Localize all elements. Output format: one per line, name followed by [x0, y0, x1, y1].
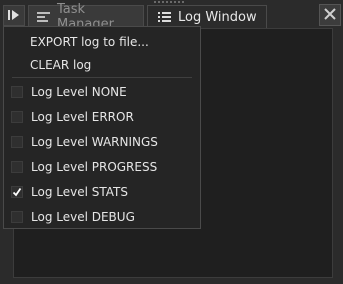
checkbox[interactable]	[11, 136, 23, 148]
menu-item-log-level-debug[interactable]: Log Level DEBUG	[4, 207, 200, 227]
drag-grip[interactable]	[154, 1, 188, 4]
menu-item-label: Log Level DEBUG	[31, 210, 135, 224]
panel-toggle-icon	[7, 6, 21, 25]
checkbox[interactable]	[11, 161, 23, 173]
checkmark-icon	[12, 187, 22, 197]
close-icon	[323, 6, 337, 25]
menu-item-log-level-error[interactable]: Log Level ERROR	[4, 107, 200, 127]
list-icon	[158, 11, 172, 23]
panel-toggle-button[interactable]	[3, 5, 25, 26]
checkbox[interactable]	[11, 86, 23, 98]
task-manager-icon	[37, 11, 51, 23]
menu-item-export-log[interactable]: EXPORT log to file...	[4, 32, 200, 52]
menu-item-clear-log[interactable]: CLEAR log	[4, 55, 200, 75]
menu-item-log-level-none[interactable]: Log Level NONE	[4, 82, 200, 102]
checkbox-checked[interactable]	[11, 186, 23, 198]
checkbox[interactable]	[11, 211, 23, 223]
menu-item-log-level-progress[interactable]: Log Level PROGRESS	[4, 157, 200, 177]
menu-item-log-level-stats[interactable]: Log Level STATS	[4, 182, 200, 202]
log-options-menu: EXPORT log to file... CLEAR log Log Leve…	[3, 26, 201, 229]
menu-item-label: Log Level WARNINGS	[31, 135, 158, 149]
tab-log-window[interactable]: Log Window	[147, 5, 267, 28]
menu-item-label: EXPORT log to file...	[30, 35, 149, 49]
log-window-panel: Task Manager Log Window EXPORT log to fi…	[0, 0, 343, 284]
checkbox[interactable]	[11, 111, 23, 123]
menu-item-label: Log Level NONE	[31, 85, 127, 99]
close-button[interactable]	[319, 4, 341, 26]
menu-item-log-level-warnings[interactable]: Log Level WARNINGS	[4, 132, 200, 152]
menu-item-label: Log Level ERROR	[31, 110, 134, 124]
menu-item-label: CLEAR log	[30, 58, 92, 72]
menu-item-label: Log Level STATS	[31, 185, 128, 199]
tab-label: Log Window	[178, 9, 257, 25]
menu-separator	[12, 77, 192, 78]
menu-item-label: Log Level PROGRESS	[31, 160, 158, 174]
tab-task-manager[interactable]: Task Manager	[28, 2, 144, 32]
